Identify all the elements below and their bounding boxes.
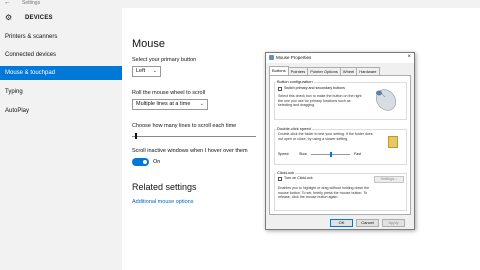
inactive-scroll-toggle[interactable] [132,158,149,166]
sidebar-item-mouse-touchpad[interactable]: Mouse & touchpad [0,66,122,80]
mouse-properties-icon [269,55,274,60]
sidebar-item-connected-devices[interactable]: Connected devices [0,48,122,62]
sidebar: ⚙ DEVICES Printers & scanners Connected … [0,8,122,270]
fast-label: Fast [354,152,361,156]
scroll-lines-slider[interactable] [132,136,256,137]
switch-buttons-checkbox[interactable] [278,87,282,91]
wheel-scroll-value: Multiple lines at a time [136,101,191,107]
primary-button-label: Select your primary button [132,57,197,63]
sidebar-header: ⚙ DEVICES [5,13,53,23]
inactive-scroll-state: On [153,159,161,165]
primary-button-dropdown[interactable]: Left ⌄ [132,66,161,77]
tab-pointers[interactable]: Pointers [287,67,309,75]
dialog-title: Mouse Properties [276,55,312,60]
window-titlebar: ← Settings [0,0,480,8]
primary-button-value: Left [136,68,146,74]
back-arrow-icon[interactable]: ← [4,0,11,6]
page-title: Mouse [132,38,166,50]
speed-label: Speed: [278,152,290,156]
clicklock-checkbox-label: Turn on ClickLock [284,176,313,180]
buttons-tab-panel: Button configuration Switch primary and … [269,75,411,215]
sidebar-item-typing[interactable]: Typing [0,85,122,99]
sidebar-item-printers-scanners[interactable]: Printers & scanners [0,30,122,44]
clicklock-label: ClickLock [276,170,296,175]
double-click-speed-thumb[interactable] [329,152,332,157]
clicklock-settings-button[interactable]: Settings... [374,176,404,183]
clicklock-description: Enables you to highlight or drag without… [278,186,370,200]
button-config-label: Button configuration [276,79,314,84]
tab-wheel[interactable]: Wheel [339,67,358,75]
slow-label: Slow [299,152,307,156]
dialog-titlebar: Mouse Properties × [266,53,414,63]
sidebar-item-autoplay[interactable]: AutoPlay [0,104,122,118]
related-settings-title: Related settings [132,182,197,192]
sidebar-heading: DEVICES [25,15,53,21]
switch-buttons-label: Switch primary and secondary buttons [284,86,345,90]
additional-mouse-options-link[interactable]: Additional mouse options [132,199,193,205]
double-click-description: Double-click the folder to test your set… [278,132,373,141]
close-icon[interactable]: × [407,54,411,60]
tab-buttons[interactable]: Buttons [269,66,289,75]
apply-button[interactable]: Apply [382,219,405,227]
mouse-illustration-icon [375,89,397,111]
clicklock-checkbox[interactable] [278,177,282,181]
window-title: Settings [22,0,41,6]
tab-hardware[interactable]: Hardware [356,67,380,75]
gear-icon: ⚙ [5,13,13,22]
chevron-down-icon: ⌄ [152,68,157,74]
wheel-scroll-label: Roll the mouse wheel to scroll [132,90,206,96]
mouse-properties-dialog: Mouse Properties × Buttons Pointers Poin… [265,52,415,230]
chevron-down-icon: ⌄ [199,101,204,107]
toggle-knob [143,160,147,164]
cancel-button[interactable]: Cancel [356,219,379,227]
ok-button[interactable]: OK [330,219,353,227]
button-config-description: Select this check box to make the button… [278,94,362,108]
scroll-lines-slider-thumb[interactable] [134,133,137,139]
scroll-lines-label: Choose how many lines to scroll each tim… [132,123,237,129]
dialog-tabs: Buttons Pointers Pointer Options Wheel H… [269,66,380,75]
double-click-label: Double-click speed [276,126,312,131]
test-folder-icon[interactable] [388,136,398,148]
tab-pointer-options[interactable]: Pointer Options [307,67,341,75]
inactive-scroll-label: Scroll inactive windows when I hover ove… [132,148,248,154]
wheel-scroll-dropdown[interactable]: Multiple lines at a time ⌄ [132,99,208,110]
